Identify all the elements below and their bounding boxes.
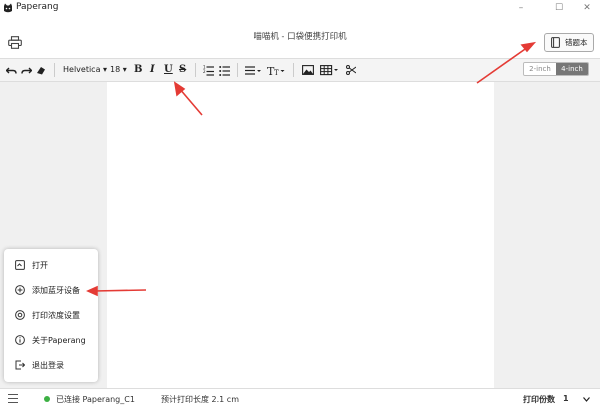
copies-label: 打印份数 — [523, 395, 555, 404]
notebook-icon — [551, 37, 560, 48]
connection-status-dot — [44, 396, 50, 402]
menu-item-add-bluetooth[interactable]: 添加蓝牙设备 — [4, 280, 98, 302]
toolbar-divider — [237, 63, 238, 77]
format-toolbar: Helvetica ▾ 18 ▾ B I U S 1 2 T T — [0, 59, 600, 82]
copies-value[interactable]: 1 — [563, 394, 569, 403]
toolbar-divider — [293, 63, 294, 77]
menu-label: 打开 — [32, 261, 48, 270]
logout-icon — [15, 360, 25, 370]
app-header: 喵喵机 - 口袋便携打印机 错题本 — [0, 16, 600, 59]
maximize-button[interactable]: ☐ — [548, 1, 570, 15]
menu-label: 关于Paperang — [32, 336, 86, 345]
title-bar: Paperang – ☐ ✕ — [0, 0, 600, 16]
cat-logo-icon — [4, 3, 12, 13]
italic-button[interactable]: I — [150, 63, 155, 77]
menu-hamburger-icon[interactable] — [8, 394, 18, 404]
bullet-list-icon[interactable] — [219, 63, 230, 77]
bold-button[interactable]: B — [134, 63, 142, 77]
document-title: 喵喵机 - 口袋便携打印机 — [253, 32, 347, 42]
svg-text:T: T — [274, 69, 279, 77]
svg-text:2: 2 — [203, 69, 206, 74]
font-size-select[interactable]: 18 ▾ — [110, 63, 127, 77]
undo-icon[interactable] — [6, 63, 17, 77]
minimize-button[interactable]: – — [510, 1, 532, 15]
connection-status: 已连接 Paperang_C1 — [56, 395, 135, 404]
app-title: Paperang — [16, 2, 59, 12]
menu-item-print-density[interactable]: 打印浓度设置 — [4, 305, 98, 327]
chevron-down-icon[interactable] — [583, 397, 590, 402]
menu-item-open[interactable]: 打开 — [4, 255, 98, 277]
close-button[interactable]: ✕ — [576, 1, 598, 15]
scissors-icon[interactable] — [346, 63, 356, 77]
paper-size-toggle[interactable]: 2-inch 4-inch — [523, 62, 589, 76]
image-icon[interactable] — [302, 63, 314, 77]
toolbar-divider — [54, 63, 55, 77]
toolbar-divider — [195, 63, 196, 77]
folder-open-icon — [15, 260, 25, 270]
size-option-4-inch[interactable]: 4-inch — [556, 63, 588, 75]
main-menu: 打开 添加蓝牙设备 打印浓度设置 关于Paperang 退出登录 — [4, 249, 98, 382]
plus-circle-icon — [15, 285, 25, 295]
editor-paper[interactable] — [107, 82, 494, 388]
align-dropdown-icon[interactable] — [245, 63, 261, 77]
menu-label: 退出登录 — [32, 361, 64, 370]
print-length: 预计打印长度 2.1 cm — [161, 395, 239, 404]
settings-circle-icon — [15, 310, 25, 320]
font-family-select[interactable]: Helvetica ▾ — [63, 63, 107, 77]
redo-icon[interactable] — [21, 63, 32, 77]
underline-button[interactable]: U — [164, 63, 173, 77]
status-bar: 已连接 Paperang_C1 预计打印长度 2.1 cm 打印份数 1 — [0, 388, 600, 411]
info-circle-icon — [15, 335, 25, 345]
menu-label: 打印浓度设置 — [32, 311, 80, 320]
size-option-2-inch[interactable]: 2-inch — [524, 63, 556, 75]
strikethrough-button[interactable]: S — [179, 63, 186, 77]
ordered-list-icon[interactable]: 1 2 — [203, 63, 214, 77]
text-size-icon[interactable]: T T — [267, 63, 285, 77]
notebook-label: 错题本 — [565, 38, 588, 47]
menu-label: 添加蓝牙设备 — [32, 286, 80, 295]
notebook-button[interactable]: 错题本 — [544, 33, 594, 52]
menu-item-about[interactable]: 关于Paperang — [4, 330, 98, 352]
table-icon[interactable] — [320, 63, 340, 77]
eraser-icon[interactable] — [36, 63, 46, 77]
menu-item-logout[interactable]: 退出登录 — [4, 355, 98, 377]
